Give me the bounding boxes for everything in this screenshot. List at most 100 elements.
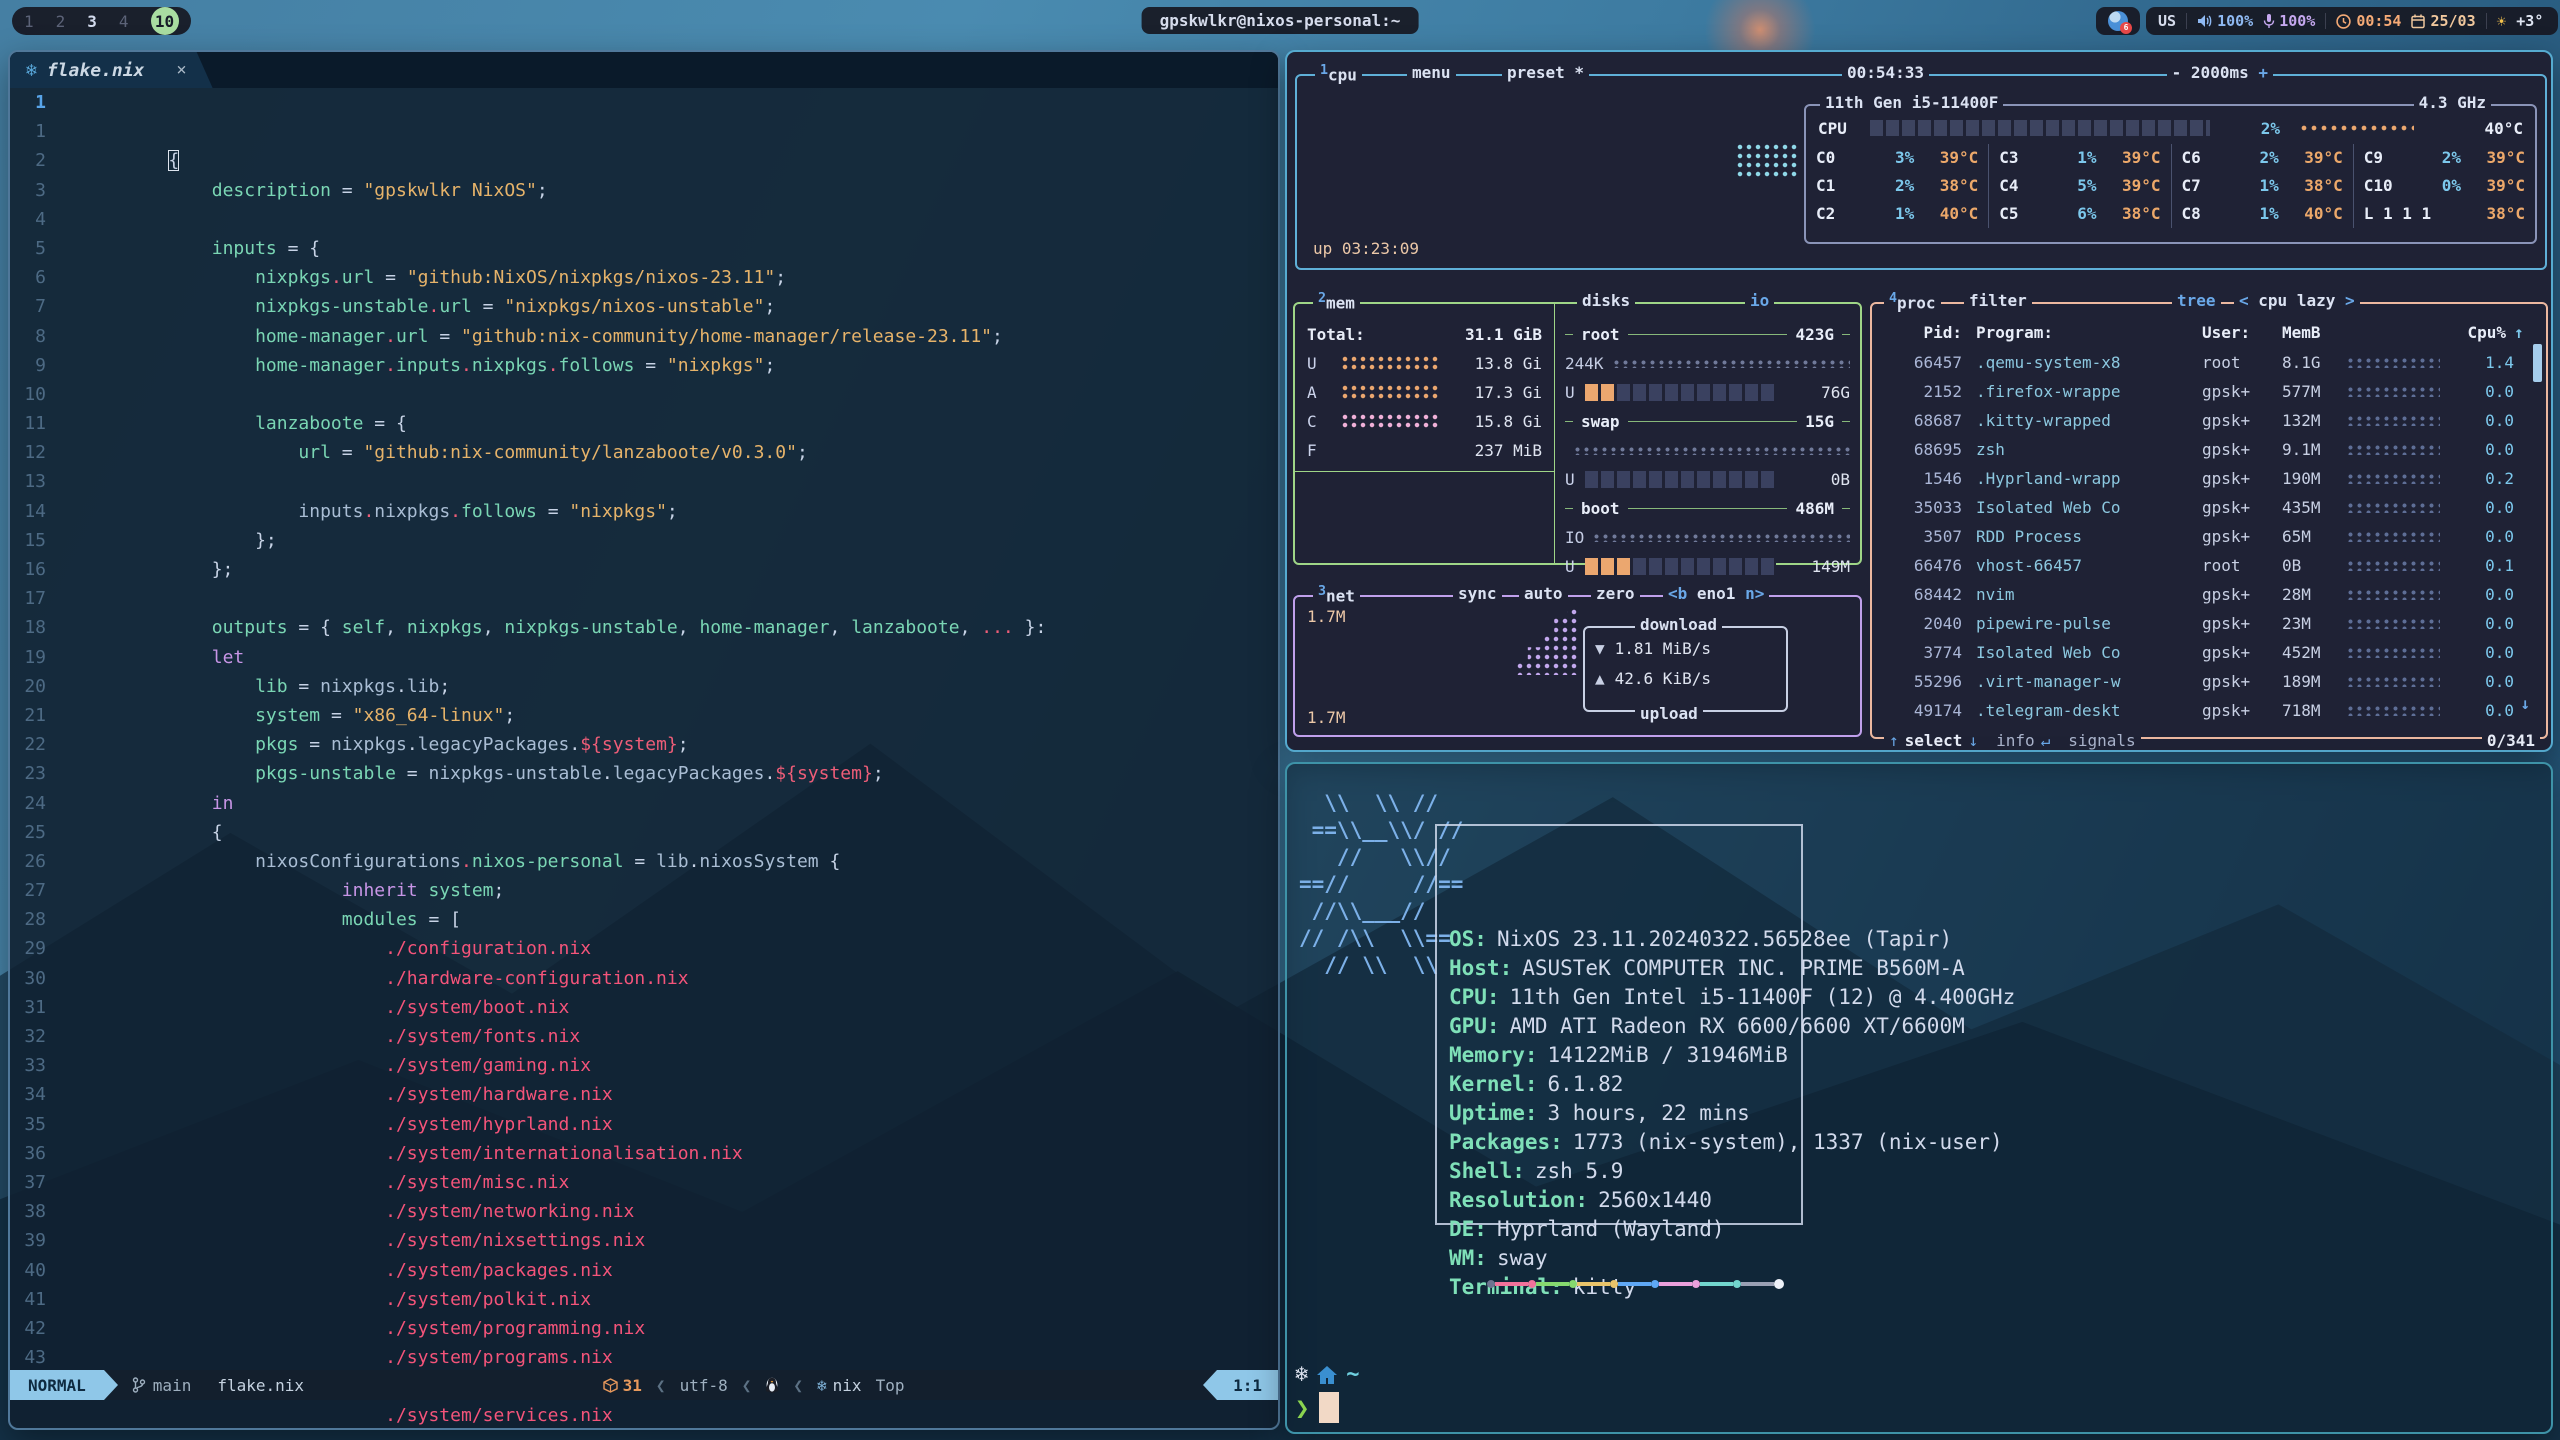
clock-icon [2336,14,2351,29]
tab-close-icon[interactable]: × [176,60,186,80]
code-line[interactable]: 1 { [10,88,1278,117]
process-row[interactable]: 2152 .firefox-wrappe gpsk+ 577M 0.0 [1872,377,2546,406]
code-line[interactable]: 25 inherit system; [10,818,1278,847]
process-cpu-graph [2348,358,2440,368]
code-line[interactable]: 32 ./system/hardware.nix [10,1022,1278,1051]
fastfetch-terminal-window: \\ \\ // ==\\__\\/ // // \\//==// //== /… [1285,762,2553,1434]
system-info-row: Uptime: 3 hours, 22 mins [1449,1099,2015,1128]
keyboard-layout[interactable]: US [2158,12,2176,30]
code-line[interactable]: 3 inputs = { [10,176,1278,205]
code-line[interactable]: 10 url = "github:nix-community/lanzaboot… [10,380,1278,409]
git-branch[interactable]: main [132,1376,192,1395]
process-row[interactable]: 1546 .Hyprland-wrapp gpsk+ 190M 0.2 [1872,464,2546,493]
process-row[interactable]: 3774 Isolated Web Co gpsk+ 452M 0.0 [1872,638,2546,667]
process-row[interactable]: 35033 Isolated Web Co gpsk+ 435M 0.0 [1872,493,2546,522]
cpu-core-cell: C4 5% 39°C [1988,172,2170,200]
net-zero-toggle[interactable]: zero [1591,584,1640,603]
code-line[interactable]: 4 nixpkgs.url = "github:NixOS/nixpkgs/ni… [10,205,1278,234]
code-line[interactable]: 6 home-manager.url = "github:nix-communi… [10,263,1278,292]
code-line[interactable]: 33 ./system/hyprland.nix [10,1051,1278,1080]
code-line[interactable]: 29 ./system/boot.nix [10,934,1278,963]
code-line[interactable]: 35 ./system/misc.nix [10,1110,1278,1139]
info-button[interactable]: info [1996,731,2035,750]
editor-tab-flake-nix[interactable]: ❄ flake.nix × [10,52,213,88]
sort-column[interactable]: Cpu% [2467,318,2506,348]
code-line[interactable]: 21 pkgs-unstable = nixpkgs-unstable.lega… [10,701,1278,730]
workspace-button[interactable]: 1 [24,12,34,31]
proc-sort-selector[interactable]: < cpu lazy > [2234,291,2360,310]
code-line[interactable]: 27 ./configuration.nix [10,876,1278,905]
scroll-down-icon[interactable]: ↓ [2520,694,2530,713]
code-text: ./system/internationalisation.nix [60,1080,743,1109]
process-row[interactable]: 3507 RDD Process gpsk+ 65M 0.0 [1872,522,2546,551]
proc-filter-button[interactable]: filter [1964,291,2032,310]
clock[interactable]: 00:54 [2336,12,2401,30]
line-number: 29 [10,934,60,963]
line-number: 26 [10,847,60,876]
line-number: 38 [10,1197,60,1226]
workspace-button[interactable]: 3 [87,12,97,31]
disk-section: boot486M IO U149M [1565,494,1850,581]
code-text: nixpkgs-unstable.url = "nixpkgs/nixos-un… [60,234,775,263]
code-line[interactable]: 43 ./system/services.nix [10,1343,1278,1372]
btop-window: 1cpu menu preset * 00:54:33 - 2000ms + 1… [1285,50,2553,752]
proc-tree-toggle[interactable]: tree [2172,291,2221,310]
workspace-button[interactable]: 10 [151,7,179,35]
code-line[interactable]: 38 ./system/packages.nix [10,1197,1278,1226]
date[interactable]: 25/03 [2411,12,2475,30]
code-line[interactable]: 41 ./system/programs.nix [10,1285,1278,1314]
code-line[interactable]: 24 nixosConfigurations.nixos-personal = … [10,789,1278,818]
divider [2325,13,2326,29]
tray-app-button[interactable]: 6 [2096,7,2140,35]
weather-temperature[interactable]: +3° [2516,12,2543,30]
process-row[interactable]: 55296 .virt-manager-w gpsk+ 189M 0.0 [1872,667,2546,696]
code-line[interactable]: 7 home-manager.inputs.nixpkgs.follows = … [10,292,1278,321]
line-number: 14 [10,497,60,526]
scrollbar-thumb[interactable] [2533,344,2542,382]
process-row[interactable]: 66457 .qemu-system-x8 root 8.1G 1.4 [1872,348,2546,377]
workspace-button[interactable]: 4 [119,12,129,31]
code-line[interactable]: 34 ./system/internationalisation.nix [10,1080,1278,1109]
line-number: 30 [10,964,60,993]
workspace-button[interactable]: 2 [56,12,66,31]
code-line[interactable]: 28 ./hardware-configuration.nix [10,905,1278,934]
microphone-control[interactable]: 100% [2263,12,2315,30]
process-row[interactable]: 66476 vhost-66457 root 0B 0.1 [1872,551,2546,580]
preset-button[interactable]: preset * [1502,63,1589,82]
system-info-list: OS: NixOS 23.11.20240322.56528ee (Tapir)… [1449,838,2015,1302]
code-line[interactable]: 16 outputs = { self, nixpkgs, nixpkgs-un… [10,555,1278,584]
code-line[interactable]: 31 ./system/gaming.nix [10,993,1278,1022]
nvim-cmdline[interactable] [10,1400,1278,1428]
process-row[interactable]: 49174 .telegram-deskt gpsk+ 718M 0.0 [1872,696,2546,725]
refresh-rate-control[interactable]: - 2000ms + [2167,63,2273,82]
cpu-total-graph [2298,123,2414,133]
code-line[interactable]: 12 inputs.nixpkgs.follows = "nixpkgs"; [10,438,1278,467]
net-auto-toggle[interactable]: auto [1519,584,1568,603]
process-row[interactable]: 2040 pipewire-pulse gpsk+ 23M 0.0 [1872,609,2546,638]
code-line[interactable]: 1 description = "gpskwlkr NixOS"; [10,117,1278,146]
signals-button[interactable]: signals [2068,731,2135,750]
code-line[interactable]: 13 }; [10,467,1278,496]
code-line[interactable]: 5 nixpkgs-unstable.url = "nixpkgs/nixos-… [10,234,1278,263]
process-row[interactable]: 68695 zsh gpsk+ 9.1M 0.0 [1872,435,2546,464]
code-line[interactable]: 2 [10,146,1278,175]
line-number: 41 [10,1285,60,1314]
net-interface-selector[interactable]: <b eno1 n> [1663,584,1769,603]
menu-button[interactable]: menu [1407,63,1456,82]
process-row[interactable]: 68442 nvim gpsk+ 28M 0.0 [1872,580,2546,609]
volume-control[interactable]: 100% [2197,12,2253,30]
code-line[interactable]: 19 system = "x86_64-linux"; [10,643,1278,672]
memory-sparkline [1342,356,1438,371]
code-line[interactable]: 37 ./system/nixsettings.nix [10,1168,1278,1197]
code-line[interactable]: 40 ./system/programming.nix [10,1256,1278,1285]
line-number: 43 [10,1343,60,1372]
system-info-row: Shell: zsh 5.9 [1449,1157,2015,1186]
process-row[interactable]: 68687 .kitty-wrapped gpsk+ 132M 0.0 [1872,406,2546,435]
git-branch-icon [132,1377,146,1393]
select-button[interactable]: select [1905,731,1963,750]
net-sync-toggle[interactable]: sync [1453,584,1502,603]
shell-prompt-input[interactable]: ❯ [1295,1392,1339,1423]
code-line[interactable]: 20 pkgs = nixpkgs.legacyPackages.${syste… [10,672,1278,701]
process-cpu-graph [2348,590,2440,600]
code-line[interactable]: 17 let [10,584,1278,613]
